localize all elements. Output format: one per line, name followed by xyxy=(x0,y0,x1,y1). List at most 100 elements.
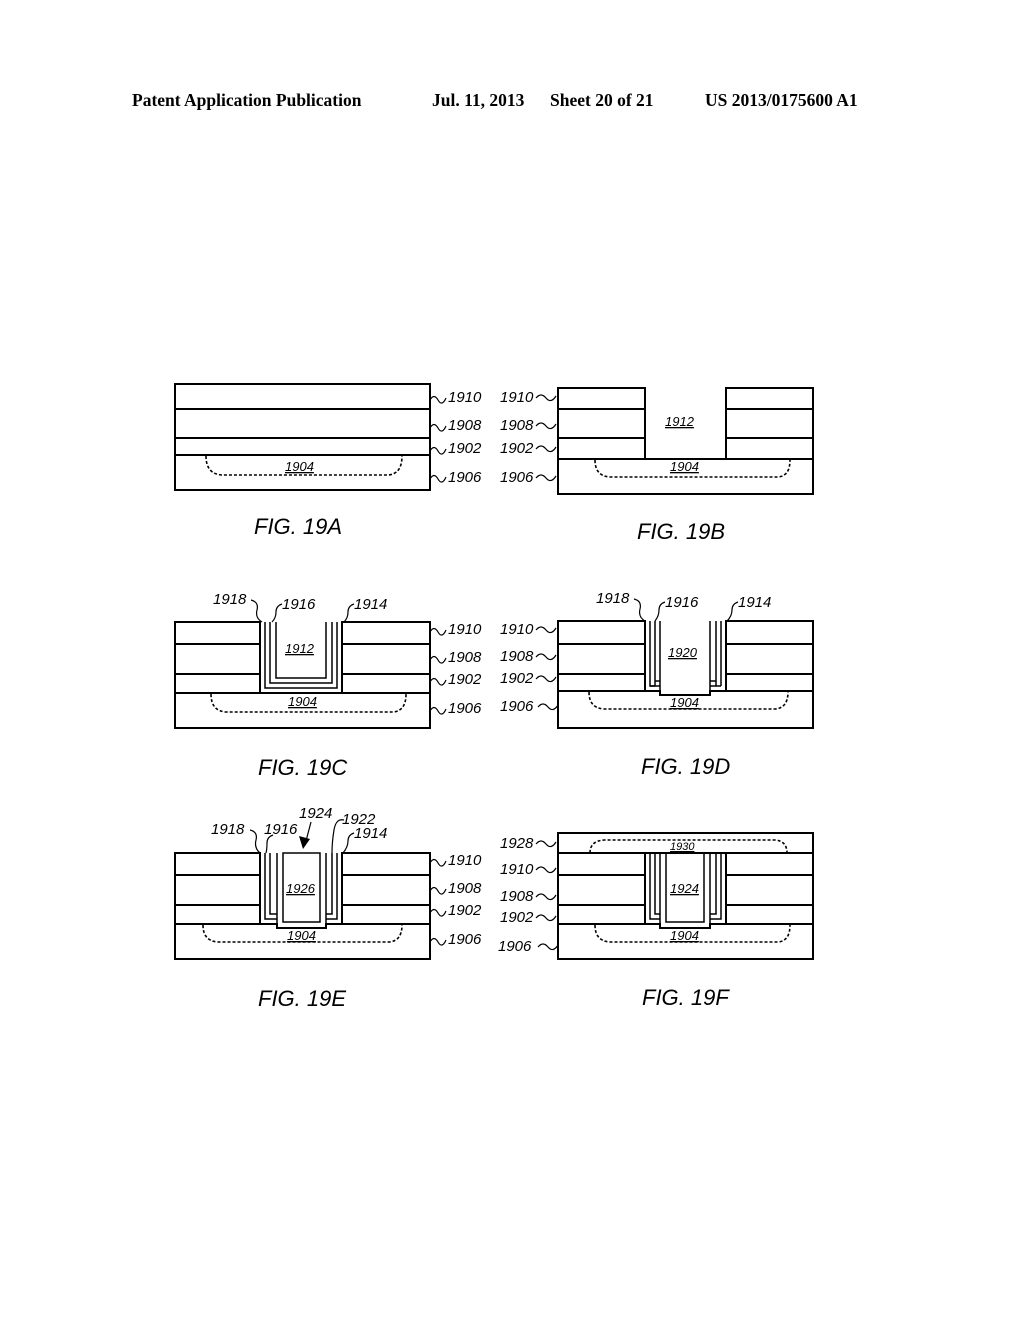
label-1920: 1920 xyxy=(668,645,698,660)
label-1906: 1906 xyxy=(500,698,534,715)
label-1904: 1904 xyxy=(288,694,317,709)
leader-1902 xyxy=(535,445,557,453)
label-1912: 1912 xyxy=(285,641,315,656)
leader-1918 xyxy=(250,599,263,623)
layer-1910-right xyxy=(725,620,814,645)
layer-1908-left xyxy=(557,874,646,906)
layer-1908-left xyxy=(174,874,261,906)
layer-1908-left xyxy=(174,643,261,675)
leader-1908 xyxy=(535,422,557,430)
leader-1906 xyxy=(537,703,559,711)
label-1908: 1908 xyxy=(500,648,534,665)
leader-1916 xyxy=(271,603,283,623)
layer-1902-right xyxy=(725,904,814,925)
label-1904: 1904 xyxy=(670,459,699,474)
liners-left xyxy=(259,853,278,928)
label-1904: 1904 xyxy=(287,928,316,943)
layer-1902-left xyxy=(174,673,261,694)
label-1914: 1914 xyxy=(738,594,771,611)
label-1912: 1912 xyxy=(665,414,695,429)
liners-right xyxy=(709,621,727,695)
label-1926: 1926 xyxy=(286,881,316,896)
leader-1908 xyxy=(429,655,447,664)
layer-1910-left xyxy=(174,852,261,876)
leader-1908 xyxy=(535,653,557,661)
patent-drawing: 1904 1910 1908 1902 1906 FIG. 19A 1912 1… xyxy=(174,383,814,1011)
label-1906: 1906 xyxy=(448,469,482,486)
figure-19e: 1926 1904 1924 1922 1914 1918 1916 1910 … xyxy=(174,805,482,1011)
leader-1928 xyxy=(535,840,557,848)
label-1914: 1914 xyxy=(354,596,387,613)
liners-right xyxy=(325,853,343,928)
leader-1908 xyxy=(429,423,447,432)
leader-1910 xyxy=(429,395,447,404)
leader-1916 xyxy=(654,601,666,622)
label-1904: 1904 xyxy=(670,695,699,710)
figure-19d: 1920 1904 1918 1916 1914 1910 1908 1902 … xyxy=(500,590,814,779)
liners-left xyxy=(644,853,661,928)
leader-1906 xyxy=(535,474,557,482)
layer-1908-right xyxy=(341,874,431,906)
leader-1914 xyxy=(726,601,739,622)
layer-1902-right xyxy=(341,904,431,925)
layer-1908-left xyxy=(557,408,646,439)
layer-1908-right xyxy=(341,643,431,675)
layer-1910 xyxy=(174,383,431,410)
figure-19a: 1904 1910 1908 1902 1906 FIG. 19A xyxy=(174,383,482,539)
label-1910: 1910 xyxy=(500,861,534,878)
label-1916: 1916 xyxy=(665,594,699,611)
layer-1910-right xyxy=(725,387,814,410)
layer-1910-right xyxy=(725,852,814,876)
figure-caption: FIG. 19F xyxy=(642,985,730,1010)
label-1902: 1902 xyxy=(500,440,534,457)
label-1924: 1924 xyxy=(670,881,699,896)
layer-1910-left xyxy=(557,620,646,645)
label-1908: 1908 xyxy=(500,888,534,905)
label-1906: 1906 xyxy=(448,931,482,948)
leader-1910 xyxy=(535,626,557,634)
figure-caption: FIG. 19B xyxy=(637,519,725,544)
label-1908: 1908 xyxy=(448,880,482,897)
layer-1902-left xyxy=(174,904,261,925)
leader-1908 xyxy=(535,893,557,901)
label-1908: 1908 xyxy=(500,417,534,434)
label-1902: 1902 xyxy=(448,440,482,457)
leader-1910 xyxy=(429,858,447,867)
figure-caption: FIG. 19E xyxy=(258,986,346,1011)
leader-1914 xyxy=(343,603,355,623)
label-1918: 1918 xyxy=(211,821,245,838)
figure-caption: FIG. 19C xyxy=(258,755,347,780)
leader-1906 xyxy=(429,706,447,715)
layer-1908-right xyxy=(725,643,814,675)
leader-1902 xyxy=(429,677,447,686)
label-1904: 1904 xyxy=(285,459,314,474)
label-1910: 1910 xyxy=(448,389,482,406)
layer-1910-left xyxy=(557,387,646,410)
leader-1902 xyxy=(535,914,557,922)
leader-1906 xyxy=(537,943,559,951)
label-1902: 1902 xyxy=(500,670,534,687)
label-1906: 1906 xyxy=(500,469,534,486)
layer-1902-left xyxy=(557,904,646,925)
leader-1910 xyxy=(535,866,557,874)
arrow-1924-head xyxy=(299,836,310,849)
label-1910: 1910 xyxy=(448,621,482,638)
figure-19f: 1930 1924 1904 1928 1910 1908 1902 1906 … xyxy=(498,832,814,1010)
leader-1918 xyxy=(249,829,261,854)
label-1916: 1916 xyxy=(264,821,298,838)
label-1902: 1902 xyxy=(448,902,482,919)
leader-1902 xyxy=(429,908,447,917)
label-1902: 1902 xyxy=(448,671,482,688)
label-1910: 1910 xyxy=(448,852,482,869)
layer-1902-right xyxy=(725,437,814,460)
layer-1910-left xyxy=(174,621,261,645)
label-1918: 1918 xyxy=(213,591,247,608)
layer-1902-right xyxy=(725,673,814,692)
label-1910: 1910 xyxy=(500,389,534,406)
leader-1910 xyxy=(429,627,447,636)
liners-right xyxy=(709,853,727,928)
layer-1908-hatched xyxy=(174,408,431,439)
label-1916: 1916 xyxy=(282,596,316,613)
liners-left xyxy=(644,621,661,695)
figure-19b: 1912 1904 1910 1908 1902 1906 FIG. 19B xyxy=(500,387,814,544)
